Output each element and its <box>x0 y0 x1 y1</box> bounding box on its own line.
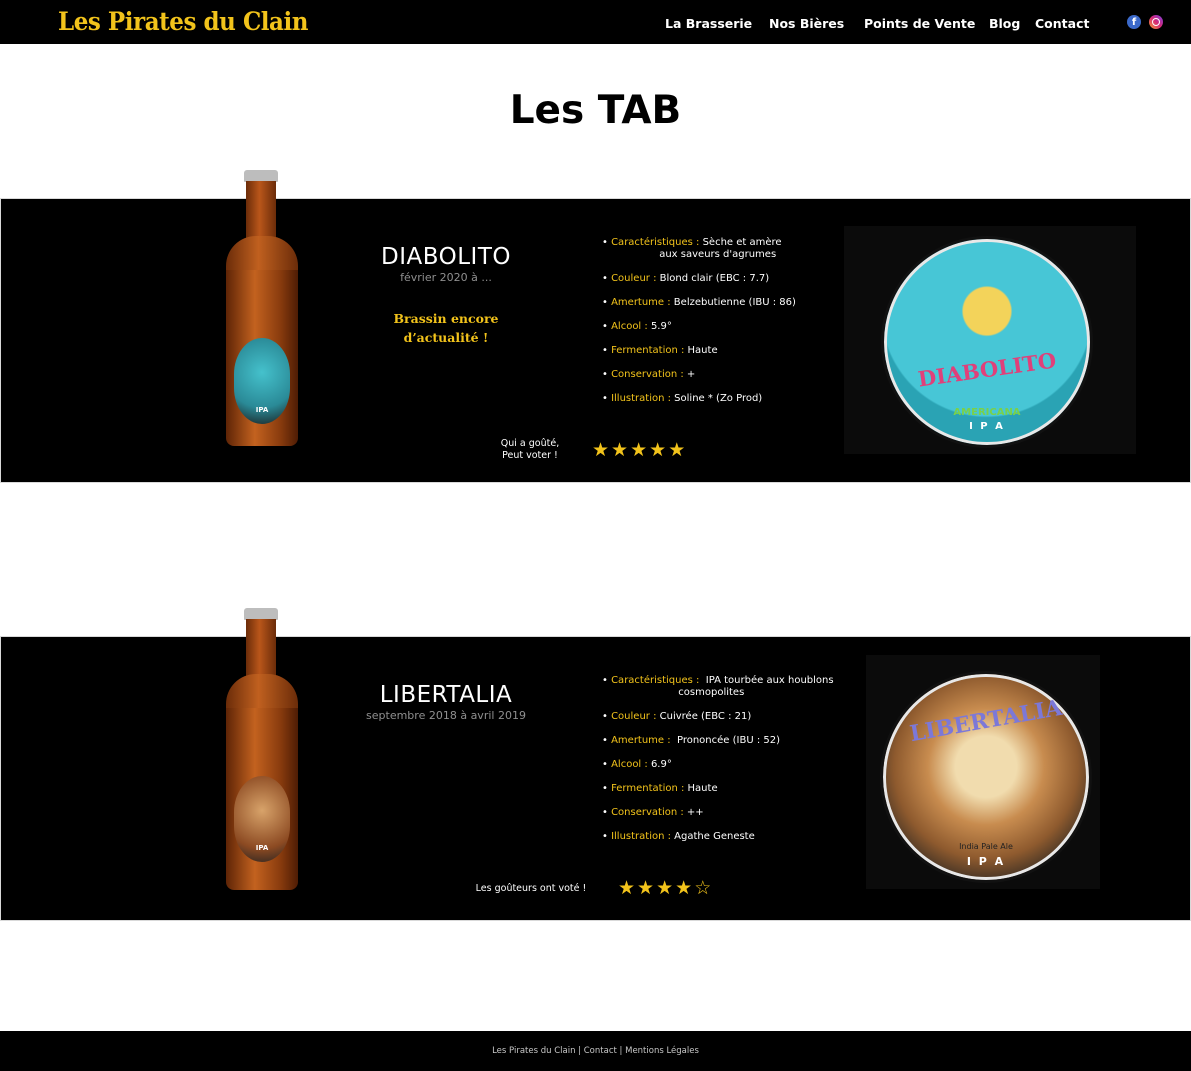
label-disc: LIBERTALIA India Pale Ale I P A <box>880 671 1092 883</box>
vote-prompt: Qui a goûté, Peut voter ! <box>486 438 574 462</box>
nav-la-brasserie[interactable]: La Brasserie <box>665 16 752 31</box>
label-art-subtitle: AMERICANA <box>953 407 1021 418</box>
star-empty-icon[interactable]: ☆ <box>694 878 713 899</box>
spec-value: Prononcée (IBU : 52) <box>670 735 781 746</box>
star-filled-icon[interactable]: ★ <box>592 440 611 461</box>
spec-amertume: • Amertume : Prononcée (IBU : 52) <box>602 735 781 746</box>
spec-alcool: • Alcool : 5.9° <box>602 321 672 332</box>
vote-line: Les goûteurs ont voté ! <box>475 883 587 894</box>
beer-name: DIABOLITO <box>381 244 511 270</box>
bottle-image-diabolito <box>224 170 300 446</box>
bottle-label <box>234 776 290 862</box>
nav-points-de-vente[interactable]: Points de Vente <box>864 16 975 31</box>
spec-label: Caractéristiques : <box>611 237 700 248</box>
star-filled-icon[interactable]: ★ <box>675 878 694 899</box>
spec-value: ++ <box>683 807 704 818</box>
vote-prompt: Les goûteurs ont voté ! <box>466 883 596 895</box>
star-filled-icon[interactable]: ★ <box>637 878 656 899</box>
bottle-image-libertalia <box>224 608 300 890</box>
spec-label: Amertume : <box>611 735 671 746</box>
spec-label: Illustration : <box>611 831 671 842</box>
spec-caracteristiques: • Caractéristiques : IPA tourbée aux hou… <box>602 675 834 698</box>
star-filled-icon[interactable]: ★ <box>630 440 649 461</box>
beer-name: LIBERTALIA <box>379 682 513 708</box>
vote-line: Peut voter ! <box>502 450 558 461</box>
spec-illustration: • Illustration : Agathe Geneste <box>602 831 755 842</box>
beer-status-note: Brassin encore d’actualité ! <box>346 309 546 347</box>
spec-label: Alcool : <box>611 321 648 332</box>
spec-label: Illustration : <box>611 393 671 404</box>
spec-caracteristiques: • Caractéristiques : Sèche et amère aux … <box>602 237 782 260</box>
label-art-title: DIABOLITO <box>916 347 1058 392</box>
footer-brand-link[interactable]: Les Pirates du Clain <box>492 1046 575 1056</box>
label-art-subtitle: India Pale Ale <box>959 842 1013 851</box>
note-line: d’actualité ! <box>403 330 489 345</box>
label-artwork-libertalia: LIBERTALIA India Pale Ale I P A <box>866 655 1100 889</box>
beer-dates: février 2020 à ... <box>400 271 492 284</box>
spec-label: Fermentation : <box>611 345 685 356</box>
spec-value: Belzebutienne (IBU : 86) <box>670 297 796 308</box>
star-filled-icon[interactable]: ★ <box>611 440 630 461</box>
spec-label: Fermentation : <box>611 783 685 794</box>
spec-couleur: • Couleur : Cuivrée (EBC : 21) <box>602 711 752 722</box>
spec-value: Soline * (Zo Prod) <box>671 393 763 404</box>
spec-couleur: • Couleur : Blond clair (EBC : 7.7) <box>602 273 770 284</box>
star-rating[interactable]: ★★★★☆ <box>618 879 713 899</box>
spec-illustration: • Illustration : Soline * (Zo Prod) <box>602 393 763 404</box>
label-art-style: I P A <box>966 855 1006 868</box>
top-navbar: Les Pirates du Clain La Brasserie Nos Bi… <box>0 0 1191 44</box>
label-disc: DIABOLITO AMERICANA I P A <box>881 236 1093 448</box>
star-filled-icon[interactable]: ★ <box>618 878 637 899</box>
spec-value: 5.9° <box>647 321 672 332</box>
spec-value: Agathe Geneste <box>671 831 755 842</box>
spec-label: Amertume : <box>611 297 671 308</box>
bottle-neck <box>246 181 276 241</box>
spec-conservation: • Conservation : + <box>602 369 696 380</box>
spec-conservation: • Conservation : ++ <box>602 807 704 818</box>
spec-fermentation: • Fermentation : Haute <box>602 345 718 356</box>
label-art-style: I P A <box>969 421 1005 432</box>
spec-label: Couleur : <box>611 711 657 722</box>
star-filled-icon[interactable]: ★ <box>668 440 687 461</box>
instagram-icon[interactable] <box>1149 15 1163 29</box>
page-title: Les TAB <box>509 88 682 133</box>
nav-nos-bieres[interactable]: Nos Bières <box>769 16 844 31</box>
spec-label: Couleur : <box>611 273 657 284</box>
spec-value: Blond clair (EBC : 7.7) <box>656 273 770 284</box>
nav-blog[interactable]: Blog <box>989 16 1020 31</box>
footer-separator: | <box>575 1046 584 1056</box>
site-logo[interactable]: Les Pirates du Clain <box>58 7 309 36</box>
star-filled-icon[interactable]: ★ <box>656 878 675 899</box>
bottle-neck <box>246 619 276 679</box>
footer-separator: | <box>616 1046 626 1056</box>
spec-value: 6.9° <box>647 759 672 770</box>
footer-legal-link[interactable]: Mentions Légales <box>625 1046 699 1056</box>
spec-fermentation: • Fermentation : Haute <box>602 783 718 794</box>
label-artwork-diabolito: DIABOLITO AMERICANA I P A <box>844 226 1136 454</box>
bottle-label <box>234 338 290 424</box>
site-footer: Les Pirates du Clain | Contact | Mention… <box>0 1031 1191 1071</box>
footer-contact-link[interactable]: Contact <box>584 1046 617 1056</box>
spec-alcool: • Alcool : 6.9° <box>602 759 672 770</box>
nav-contact[interactable]: Contact <box>1035 16 1089 31</box>
vote-line: Qui a goûté, <box>500 438 560 449</box>
label-art-title: LIBERTALIA <box>907 694 1065 748</box>
spec-label: Conservation : <box>611 807 684 818</box>
spec-value: Haute <box>684 345 718 356</box>
star-rating[interactable]: ★★★★★ <box>592 441 687 461</box>
spec-value: + <box>683 369 696 380</box>
spec-amertume: • Amertume : Belzebutienne (IBU : 86) <box>602 297 796 308</box>
facebook-icon[interactable]: f <box>1127 15 1141 29</box>
spec-value: Haute <box>684 783 718 794</box>
note-line: Brassin encore <box>393 311 499 326</box>
star-filled-icon[interactable]: ★ <box>649 440 668 461</box>
beer-dates: septembre 2018 à avril 2019 <box>366 709 526 722</box>
spec-value: Cuivrée (EBC : 21) <box>656 711 752 722</box>
spec-label: Alcool : <box>611 759 648 770</box>
spec-label: Conservation : <box>611 369 684 380</box>
spec-label: Caractéristiques : <box>611 675 700 686</box>
